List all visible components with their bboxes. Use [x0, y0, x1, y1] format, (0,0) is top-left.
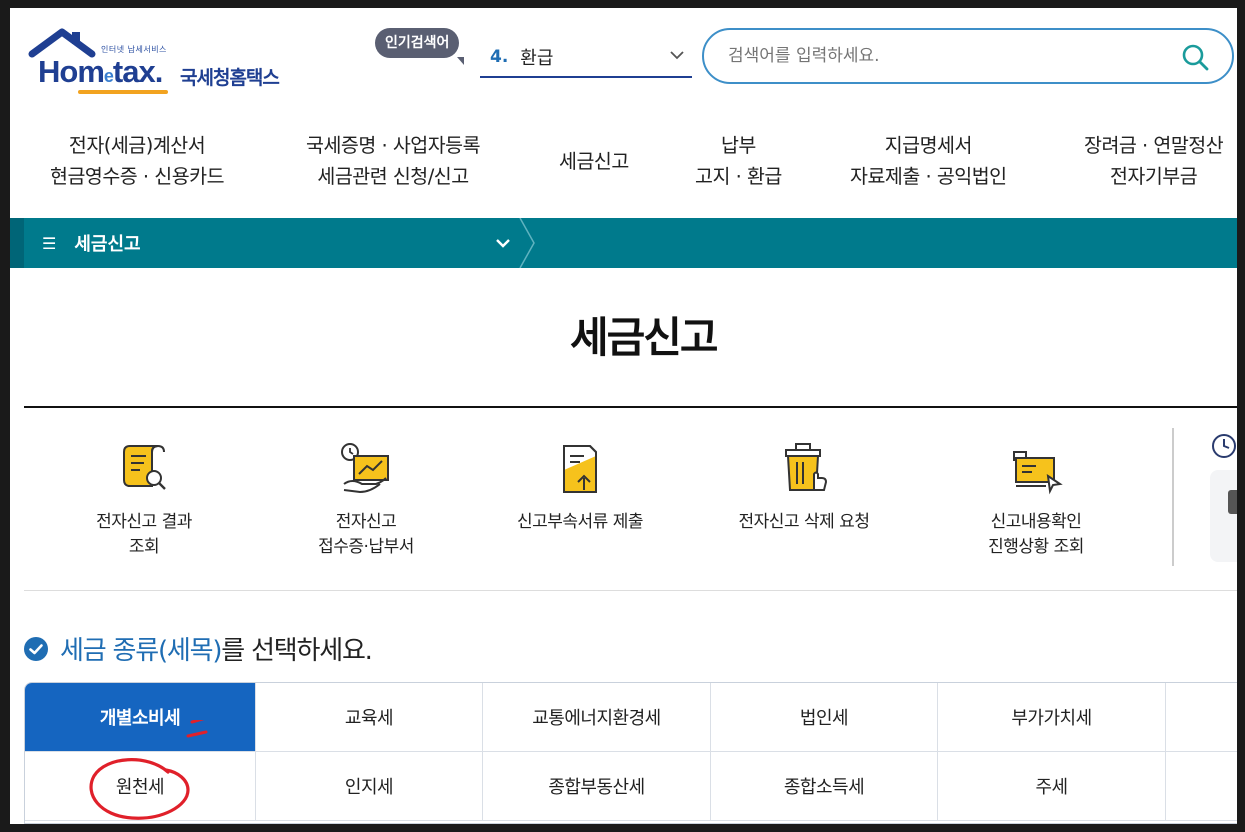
popular-term: 환급: [520, 48, 554, 69]
hamburger-icon: ☰: [42, 233, 57, 253]
popular-search-badge: 인기검색어: [375, 28, 465, 65]
breadcrumb-separator-icon: [519, 218, 535, 268]
report-search-icon: [123, 444, 166, 490]
chevron-down-icon: [496, 239, 510, 248]
breadcrumb-label: 세금신고: [74, 234, 141, 255]
receipt-chart-icon: [341, 443, 389, 494]
search-input[interactable]: [728, 46, 1158, 66]
logo-swoosh: [78, 90, 168, 94]
hometax-logo[interactable]: 인터넷 납세서비스 Hometax. 국세청홈택스: [28, 22, 298, 94]
trash-delete-icon: [785, 443, 828, 491]
quick-item-status-check[interactable]: 신고내용확인 진행상황 조회: [936, 440, 1136, 560]
tab-liquor-tax[interactable]: 주세: [938, 752, 1166, 821]
gnb-item-payment-statement[interactable]: 지급명세서 자료제출 · 공익법인: [850, 130, 1007, 192]
page-title: 세금신고: [570, 313, 719, 362]
popular-rank: 4.: [490, 47, 509, 67]
main-navigation: 전자(세금)계산서 현금영수증 · 신용카드 국세증명 · 사업자등록 세금관련 신…: [10, 120, 1237, 218]
tab-vat[interactable]: 부가가치세: [938, 683, 1166, 752]
gnb-item-tax-filing[interactable]: 세금신고: [559, 146, 629, 177]
tab-withholding-tax[interactable]: 원천세: [25, 752, 256, 821]
search-icon[interactable]: [1180, 42, 1210, 72]
quick-menu-divider: [1172, 428, 1174, 566]
gnb-item-incentive[interactable]: 장려금 · 연말정산 전자기부금: [1084, 130, 1224, 192]
quick-menu-bottom-rule: [24, 590, 1237, 591]
section-heading-highlight: 세금 종류(세목): [60, 636, 222, 666]
tab-more-row2[interactable]: [1166, 752, 1237, 821]
tax-type-tabs: 개별소비세 교육세 교통에너지환경세 법인세 부가가치세 원천세 인지세 종합부…: [24, 682, 1237, 824]
section-heading: 세금 종류(세목) 를 선택하세요.: [24, 630, 373, 667]
tab-corporate-tax[interactable]: 법인세: [711, 683, 938, 752]
breadcrumb-bar: ☰ 세금신고: [10, 218, 1237, 268]
recent-menu-card[interactable]: [1210, 470, 1237, 562]
browser-viewport: 인터넷 납세서비스 Hometax. 국세청홈택스 인기검색어 4. 환급 전자…: [10, 8, 1237, 824]
search-box[interactable]: [702, 28, 1234, 84]
tab-comprehensive-real-estate-tax[interactable]: 종합부동산세: [483, 752, 711, 821]
tab-individual-consumption-tax[interactable]: 개별소비세: [25, 683, 256, 752]
document-upload-icon: [563, 445, 597, 493]
gnb-item-certificate[interactable]: 국세증명 · 사업자등록 세금관련 신청/신고: [306, 130, 481, 192]
tab-more-row1[interactable]: [1166, 683, 1237, 752]
chevron-down-icon: [670, 51, 684, 60]
tab-stamp-tax[interactable]: 인지세: [256, 752, 483, 821]
logo-korean-name: 국세청홈택스: [180, 67, 280, 89]
quick-menu: 전자신고 결과 조회 전자신고 접수증·납부서 신고부속서류 제출 전자신고 삭…: [24, 426, 1174, 590]
monitor-check-icon: [1013, 451, 1063, 495]
popular-search-select[interactable]: 4. 환급: [480, 38, 692, 78]
tab-global-income-tax[interactable]: 종합소득세: [711, 752, 938, 821]
check-circle-icon: [24, 636, 48, 661]
logo-brand: Hometax.: [38, 54, 163, 89]
quick-item-receipt[interactable]: 전자신고 접수증·납부서: [266, 440, 466, 560]
breadcrumb-menu-dropdown[interactable]: ☰ 세금신고: [24, 218, 524, 268]
section-heading-text: 를 선택하세요.: [221, 636, 373, 666]
card-marker: [1228, 490, 1237, 514]
quick-item-result[interactable]: 전자신고 결과 조회: [44, 440, 244, 560]
tab-transport-energy-tax[interactable]: 교통에너지환경세: [483, 683, 711, 752]
title-divider: [24, 406, 1237, 408]
bar-edge: [10, 218, 24, 268]
clock-icon: [1212, 434, 1236, 458]
tab-education-tax[interactable]: 교육세: [256, 683, 483, 752]
quick-item-delete-request[interactable]: 전자신고 삭제 요청: [704, 440, 904, 535]
quick-item-attachment[interactable]: 신고부속서류 제출: [480, 440, 680, 535]
gnb-item-payment[interactable]: 납부 고지 · 환급: [695, 130, 782, 192]
gnb-item-e-invoice[interactable]: 전자(세금)계산서 현금영수증 · 신용카드: [50, 130, 225, 192]
